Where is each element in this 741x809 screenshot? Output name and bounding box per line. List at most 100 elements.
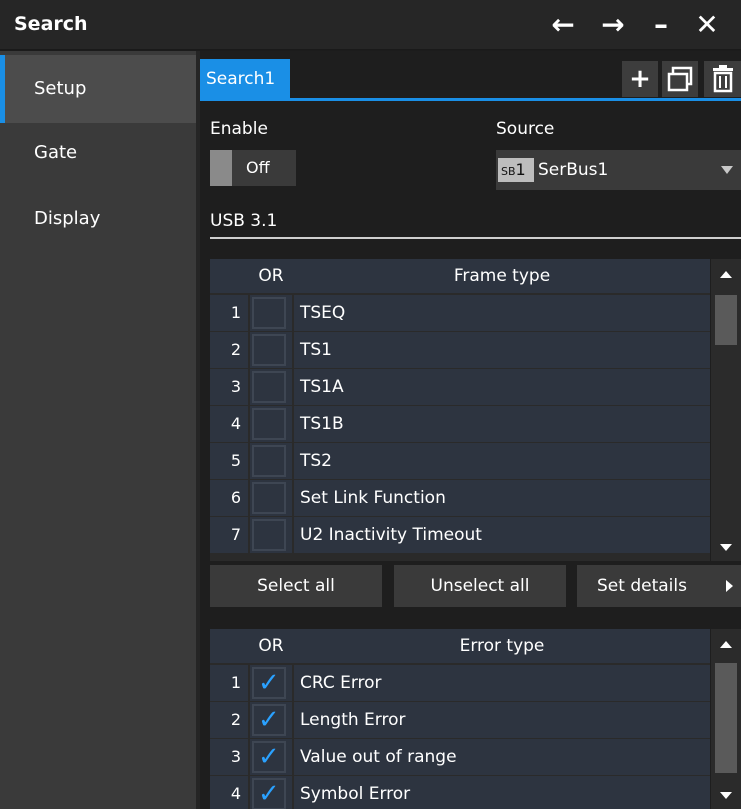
sidebar-item-gate[interactable]: Gate — [0, 119, 196, 187]
delete-icon[interactable] — [704, 61, 741, 97]
tab-search1[interactable]: Search1 — [200, 59, 290, 99]
or-checkbox[interactable]: ✓ — [250, 702, 292, 738]
row-label[interactable]: TS1B — [294, 406, 710, 442]
or-checkbox[interactable] — [250, 295, 292, 331]
row-label[interactable]: Set Link Function — [294, 480, 710, 516]
enable-toggle[interactable]: Off — [210, 150, 296, 186]
chevron-right-icon — [726, 580, 733, 592]
sidebar-item-display[interactable]: Display — [0, 185, 196, 253]
toggle-knob — [210, 150, 232, 186]
scroll-down-icon[interactable] — [720, 544, 732, 551]
row-number: 1 — [210, 295, 248, 331]
scroll-thumb[interactable] — [715, 663, 737, 773]
table-row[interactable]: 3 TS1A — [210, 369, 710, 406]
row-number: 6 — [210, 480, 248, 516]
row-label[interactable]: CRC Error — [294, 665, 710, 701]
row-number: 1 — [210, 665, 248, 701]
select-all-button[interactable]: Select all — [210, 565, 382, 607]
checkbox-frame — [252, 445, 286, 477]
arrow-right-icon[interactable]: → — [596, 8, 630, 42]
unselect-all-button[interactable]: Unselect all — [394, 565, 566, 607]
table-row[interactable]: 7 U2 Inactivity Timeout — [210, 517, 710, 554]
divider — [210, 237, 741, 239]
row-number: 2 — [210, 332, 248, 368]
checkbox-frame — [252, 482, 286, 514]
checkbox-frame — [252, 371, 286, 403]
checkbox-frame — [252, 408, 286, 440]
sidebar: Setup Gate Display — [0, 51, 196, 809]
row-label[interactable]: TS1 — [294, 332, 710, 368]
checkbox-frame — [252, 519, 286, 551]
col-or: OR — [258, 266, 284, 286]
row-number: 7 — [210, 517, 248, 553]
row-label[interactable]: Value out of range — [294, 739, 710, 775]
window-title: Search — [14, 13, 88, 35]
set-details-label: Set details — [597, 576, 687, 596]
table-row[interactable]: 4 ✓ Symbol Error — [210, 776, 710, 809]
row-number: 5 — [210, 443, 248, 479]
row-label[interactable]: TS2 — [294, 443, 710, 479]
protocol-title: USB 3.1 — [210, 211, 278, 231]
row-number: 3 — [210, 739, 248, 775]
table-row[interactable]: 4 TS1B — [210, 406, 710, 443]
col-frame-type[interactable]: Frame type — [294, 259, 710, 293]
table-row[interactable]: 1 TSEQ — [210, 295, 710, 332]
set-details-button[interactable]: Set details — [577, 565, 741, 607]
source-select[interactable]: SB1 SerBus1 — [496, 150, 741, 190]
row-label[interactable]: TS1A — [294, 369, 710, 405]
checkmark-icon: ✓ — [258, 705, 280, 735]
table-row[interactable]: 1 ✓ CRC Error — [210, 665, 710, 702]
col-error-type[interactable]: Error type — [294, 629, 710, 663]
row-label[interactable]: Symbol Error — [294, 776, 710, 809]
or-checkbox[interactable] — [250, 443, 292, 479]
checkmark-icon: ✓ — [258, 742, 280, 772]
toggle-state: Off — [246, 158, 270, 177]
tab-strip: Search1 + — [200, 57, 741, 101]
row-label[interactable]: TSEQ — [294, 295, 710, 331]
table-row[interactable]: 6 Set Link Function — [210, 480, 710, 517]
frame-table-scrollbar[interactable] — [711, 259, 741, 561]
error-table-scrollbar[interactable] — [711, 629, 741, 809]
scroll-up-icon[interactable] — [720, 641, 732, 648]
or-checkbox[interactable] — [250, 406, 292, 442]
arrow-left-icon[interactable]: ← — [546, 8, 580, 42]
error-type-table: OR Error type 1 ✓ CRC Error 2 ✓ Length Error 3… — [210, 629, 710, 809]
source-label: Source — [496, 119, 555, 139]
table-header: OR Frame type — [210, 259, 710, 293]
frame-type-table: OR Frame type 1 TSEQ 2 TS1 3 TS1A 4 TS1B 5 TS2 6 Se… — [210, 259, 710, 561]
checkbox-frame — [252, 297, 286, 329]
row-number: 4 — [210, 776, 248, 809]
table-row[interactable]: 5 TS2 — [210, 443, 710, 480]
source-value: SerBus1 — [538, 160, 609, 180]
checkmark-icon: ✓ — [258, 668, 280, 698]
row-label[interactable]: U2 Inactivity Timeout — [294, 517, 710, 553]
add-icon[interactable]: + — [622, 61, 658, 97]
or-checkbox[interactable]: ✓ — [250, 665, 292, 701]
checkbox-frame — [252, 334, 286, 366]
close-icon[interactable]: ✕ — [690, 8, 724, 42]
table-row[interactable]: 2 ✓ Length Error — [210, 702, 710, 739]
title-bar: Search ← → – ✕ — [0, 0, 741, 50]
col-or: OR — [258, 636, 284, 656]
table-header: OR Error type — [210, 629, 710, 663]
scroll-up-icon[interactable] — [720, 271, 732, 278]
or-checkbox[interactable] — [250, 369, 292, 405]
main-panel: Search1 + Enable Off Source SB1 SerBus1 — [200, 51, 741, 809]
row-label[interactable]: Length Error — [294, 702, 710, 738]
checkmark-icon: ✓ — [258, 779, 280, 809]
table-row[interactable]: 2 TS1 — [210, 332, 710, 369]
or-checkbox[interactable]: ✓ — [250, 739, 292, 775]
serbus-badge: SB1 — [498, 158, 534, 182]
copy-icon[interactable] — [662, 61, 698, 97]
or-checkbox[interactable] — [250, 332, 292, 368]
table-row[interactable]: 3 ✓ Value out of range — [210, 739, 710, 776]
or-checkbox[interactable] — [250, 517, 292, 553]
or-checkbox[interactable] — [250, 480, 292, 516]
minimize-icon[interactable]: – — [644, 8, 678, 42]
row-number: 3 — [210, 369, 248, 405]
row-number: 2 — [210, 702, 248, 738]
scroll-thumb[interactable] — [715, 295, 737, 345]
or-checkbox[interactable]: ✓ — [250, 776, 292, 809]
sidebar-item-setup[interactable]: Setup — [0, 55, 196, 123]
scroll-down-icon[interactable] — [720, 792, 732, 799]
